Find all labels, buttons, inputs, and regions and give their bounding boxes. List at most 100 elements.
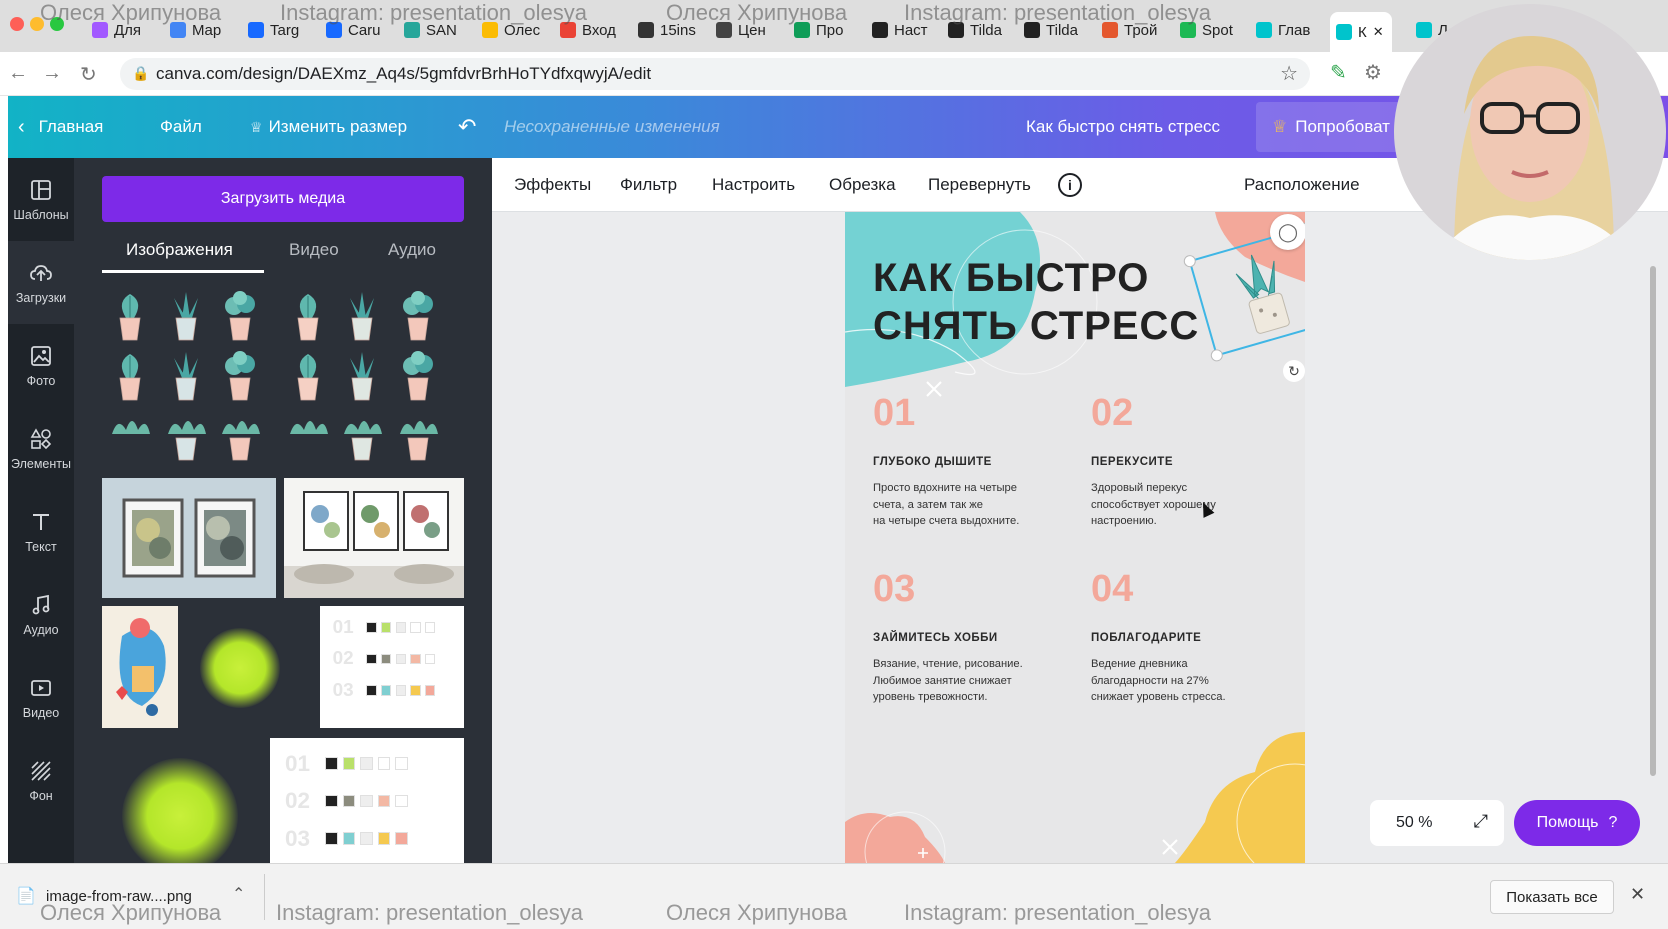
plant-sticker-thumb[interactable] — [104, 408, 156, 464]
canvas-scrollbar[interactable] — [1650, 266, 1656, 776]
rail-item-5[interactable]: Текст — [8, 490, 74, 573]
show-all-downloads-button[interactable]: Показать все — [1490, 880, 1614, 914]
extension-icon[interactable]: ⚙ — [1364, 60, 1382, 85]
plant-sticker-thumb[interactable] — [336, 348, 388, 404]
design-page[interactable]: КАК БЫСТРО СНЯТЬ СТРЕСС 01 ГЛУБОКО ДЫШИТЕ… — [845, 212, 1305, 863]
plant-sticker-thumb[interactable] — [160, 288, 212, 344]
watermark-instagram: Instagram: presentation_olesya — [904, 900, 1211, 925]
rail-item-label: Текст — [25, 539, 57, 554]
position-button[interactable]: Расположение — [1244, 158, 1360, 212]
back-icon[interactable]: ← — [8, 62, 28, 85]
step-number[interactable]: 04 — [1091, 568, 1133, 611]
plant-sticker-thumb[interactable] — [214, 288, 266, 344]
music-icon — [32, 594, 50, 614]
fullscreen-icon[interactable]: ⤢ — [1474, 811, 1488, 832]
upload-thumb-green-glow-2[interactable] — [102, 738, 272, 863]
tilda-icon — [872, 22, 888, 38]
tab-images[interactable]: Изображения — [126, 240, 233, 260]
step-heading[interactable]: ГЛУБОКО ДЫШИТЕ — [873, 456, 992, 468]
close-window-icon[interactable] — [10, 17, 24, 31]
info-button[interactable]: i — [1058, 158, 1082, 212]
file-icon: 📄 — [16, 888, 36, 905]
file-menu-button[interactable]: Файл — [160, 96, 202, 158]
browser-tab[interactable]: Глав — [1256, 15, 1326, 45]
downloads-bar: 📄 image-from-raw....png ⌃ Показать все ✕… — [0, 863, 1668, 929]
question-icon: ? — [1608, 814, 1618, 831]
close-tab-icon[interactable]: ✕ — [1373, 24, 1384, 40]
home-button[interactable]: ‹ Главная — [18, 96, 103, 158]
upload-thumb-frames-2[interactable] — [284, 478, 464, 598]
rail-item-4[interactable]: Элементы — [8, 407, 74, 490]
rail-item-8[interactable]: Фон — [8, 739, 74, 822]
potted-plant-sticker — [344, 421, 382, 461]
rail-item-6[interactable]: Аудио — [8, 573, 74, 656]
flip-button[interactable]: Перевернуть — [928, 158, 1031, 212]
plant-sticker-thumb[interactable] — [214, 348, 266, 404]
upload-thumb-palette-2[interactable]: 01 02 03 — [270, 738, 464, 863]
plant-sticker-thumb[interactable] — [214, 408, 266, 464]
try-pro-button[interactable]: ♕ Попробоват — [1256, 102, 1406, 152]
rail-item-3[interactable]: Фото — [8, 324, 74, 407]
bookmark-star-icon[interactable]: ☆ — [1280, 61, 1298, 86]
step-heading[interactable]: ПЕРЕКУСИТЕ — [1091, 456, 1173, 468]
comment-add-button[interactable]: ◯ — [1270, 214, 1305, 250]
potted-plant-sticker — [112, 421, 150, 434]
rail-item-7[interactable]: Видео — [8, 656, 74, 739]
rail-item-1[interactable]: Шаблоны — [8, 158, 74, 241]
plant-sticker-thumb[interactable] — [104, 288, 156, 344]
adjust-button[interactable]: Настроить — [712, 158, 795, 212]
browser-tab[interactable]: К ✕ — [1330, 12, 1392, 52]
tab-audio[interactable]: Аудио — [388, 240, 436, 260]
rotate-handle[interactable]: ↻ — [1283, 360, 1305, 382]
plant-sticker-thumb[interactable] — [160, 348, 212, 404]
step-body[interactable]: Просто вдохните на четыре счета, а затем … — [873, 480, 1048, 530]
help-button[interactable]: Помощь ? — [1514, 800, 1640, 846]
step-heading[interactable]: ЗАЙМИТЕСЬ ХОББИ — [873, 632, 998, 644]
step-number[interactable]: 03 — [873, 568, 915, 611]
eyedropper-extension-icon[interactable]: ✎ — [1330, 60, 1347, 85]
plant-sticker-thumb[interactable] — [392, 288, 444, 344]
upload-thumb-green-glow[interactable] — [192, 606, 288, 728]
effects-button[interactable]: Эффекты — [514, 158, 591, 212]
upload-thumb-palette-1[interactable]: 01 02 03 — [320, 606, 464, 728]
templates-icon — [31, 179, 51, 200]
forward-icon[interactable]: → — [42, 62, 62, 85]
step-body-line: Здоровый перекус — [1091, 482, 1188, 494]
color-swatch — [410, 622, 421, 633]
step-heading[interactable]: ПОБЛАГОДАРИТЕ — [1091, 632, 1201, 644]
undo-button[interactable]: ↶ — [458, 96, 476, 158]
zoom-control[interactable]: 50 % ⤢ — [1370, 800, 1504, 846]
design-title-field[interactable]: Как быстро снять стресс — [1026, 96, 1220, 158]
plant-sticker-thumb[interactable] — [392, 348, 444, 404]
potted-plant-sticker — [297, 294, 319, 341]
crop-button[interactable]: Обрезка — [829, 158, 896, 212]
color-swatch — [366, 685, 377, 696]
plant-sticker-thumb[interactable] — [160, 408, 212, 464]
plant-sticker-thumb[interactable] — [282, 408, 334, 464]
plant-sticker-thumb[interactable] — [282, 348, 334, 404]
url-input[interactable]: 🔒 canva.com/design/DAEXmz_Aq4s/5gmfdvrBr… — [120, 58, 1310, 90]
rail-item-2[interactable]: Загрузки — [8, 241, 74, 324]
tab-video[interactable]: Видео — [289, 240, 339, 260]
plant-sticker-thumb[interactable] — [104, 348, 156, 404]
step-number[interactable]: 02 — [1091, 392, 1133, 435]
step-body[interactable]: Вязание, чтение, рисование. Любимое занят… — [873, 656, 1048, 706]
presenter-video — [1394, 4, 1666, 260]
reload-icon[interactable]: ↻ — [80, 62, 97, 87]
resize-button[interactable]: ♕ Изменить размер — [250, 96, 407, 158]
plant-sticker-thumb[interactable] — [336, 408, 388, 464]
plant-sticker-thumb[interactable] — [336, 288, 388, 344]
filter-button[interactable]: Фильтр — [620, 158, 677, 212]
plant-sticker-thumb[interactable] — [392, 408, 444, 464]
step-body[interactable]: Здоровый перекус способствует хорошему нас… — [1091, 480, 1266, 530]
step-number[interactable]: 01 — [873, 392, 915, 435]
rail-item-label: Фото — [26, 373, 56, 388]
step-body[interactable]: Ведение дневника благодарности на 27% сниж… — [1091, 656, 1266, 706]
chevron-up-icon[interactable]: ⌃ — [232, 884, 245, 904]
plant-sticker-thumb[interactable] — [282, 288, 334, 344]
upload-thumb-frames-1[interactable] — [102, 478, 276, 598]
close-icon[interactable]: ✕ — [1630, 884, 1645, 905]
upload-media-button[interactable]: Загрузить медиа — [102, 176, 464, 222]
upload-thumb-illustration[interactable] — [102, 606, 178, 728]
design-title[interactable]: КАК БЫСТРО СНЯТЬ СТРЕСС — [873, 254, 1199, 350]
